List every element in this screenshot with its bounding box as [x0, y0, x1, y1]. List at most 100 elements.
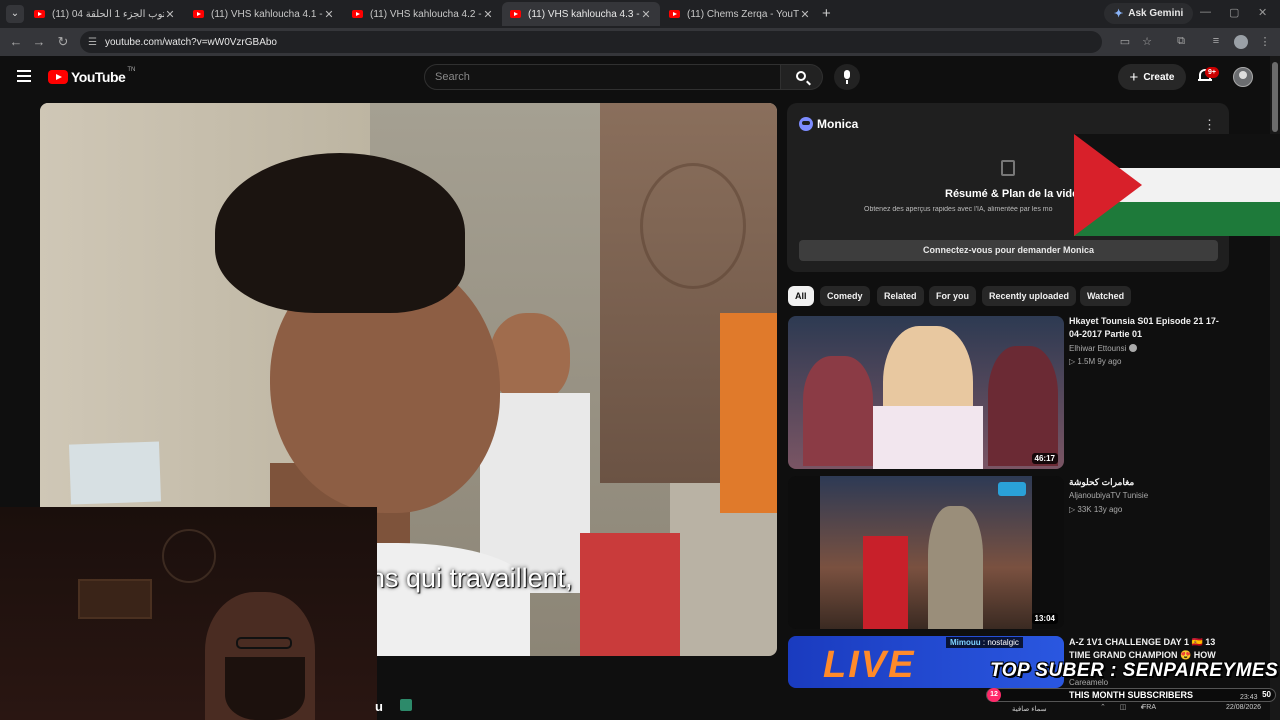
streamer-webcam-overlay [0, 507, 377, 720]
browser-tab[interactable]: (11) مكتوب الجزء 1 الحلقة 04 - ...e ✕ [26, 2, 184, 26]
monica-heading: Résumé & Plan de la vidéo [945, 188, 1085, 200]
browser-tab-active[interactable]: (11) VHS kahloucha 4.3 - YouTube ✕ [502, 2, 660, 26]
top-subscriber-banner: TOP SUBER : SENPAIREYMES [990, 660, 1279, 681]
tab-search-icon[interactable]: ⌄ [6, 5, 24, 23]
youtube-favicon-icon [34, 10, 45, 18]
monica-connect-button[interactable]: Connectez-vous pour demander Monica [799, 240, 1218, 261]
hamburger-menu-icon[interactable] [17, 70, 31, 82]
browser-menu-icon[interactable]: ⋮ [1258, 35, 1272, 48]
youtube-logo[interactable]: YouTube TN [48, 67, 136, 85]
create-label: Create [1143, 71, 1175, 83]
chip-related[interactable]: Related [877, 286, 924, 306]
youtube-favicon-icon [669, 10, 680, 18]
search-button[interactable] [781, 64, 823, 90]
tab-title: (11) VHS kahloucha 4.3 - YouTube [528, 8, 640, 20]
youtube-header: YouTube TN Search + Create [0, 56, 1270, 98]
plus-icon: + [1129, 68, 1139, 86]
minimize-icon[interactable]: — [1200, 6, 1211, 18]
chat-username: Mimouu [950, 638, 981, 647]
browser-profile-avatar[interactable] [1234, 35, 1248, 49]
close-tab-icon[interactable]: ✕ [164, 8, 176, 21]
address-bar[interactable]: ☰ youtube.com/watch?v=wW0VzrGBAbo [80, 31, 1102, 53]
new-tab-icon[interactable]: + [822, 5, 836, 23]
chip-comedy[interactable]: Comedy [820, 286, 870, 306]
voice-search-icon[interactable] [834, 64, 860, 90]
taskbar-strip [377, 690, 987, 720]
youtube-play-logo-icon [48, 70, 68, 84]
video-frame-person [580, 533, 680, 656]
reload-icon[interactable]: ↻ [55, 34, 71, 50]
back-icon[interactable]: ← [8, 34, 24, 50]
close-tab-icon[interactable]: ✕ [323, 8, 335, 21]
chip-all[interactable]: All [788, 286, 814, 306]
cast-icon[interactable]: ▭ [1118, 35, 1132, 48]
video-title[interactable]: Hkayet Tounsia S01 Episode 21 17-04-2017… [1069, 315, 1229, 341]
video-meta: ▷ 1.5M 9y ago [1069, 357, 1122, 366]
tray-time: 23:43 [1240, 694, 1258, 701]
maximize-icon[interactable]: ▢ [1229, 6, 1239, 19]
subs-label: THIS MONTH SUBSCRIBERS [1069, 690, 1194, 700]
video-frame-person [490, 313, 570, 403]
search-icon [796, 71, 806, 81]
chat-text: : nostalgic [982, 638, 1019, 647]
subs-current: 12 [987, 688, 1001, 702]
taskbar-app-icon[interactable] [400, 699, 412, 711]
site-info-icon[interactable]: ☰ [88, 37, 97, 48]
extensions-icon[interactable]: ⧉ [1174, 35, 1188, 48]
channel-name[interactable]: Elhiwar Ettounsi [1069, 344, 1138, 353]
webcam-wall-clock [162, 529, 216, 583]
close-tab-icon[interactable]: ✕ [799, 8, 811, 21]
gemini-star-icon: ✦ [1114, 8, 1124, 20]
bookmark-star-icon[interactable]: ☆ [1140, 35, 1154, 48]
browser-toolbar: ← → ↻ ☰ youtube.com/watch?v=wW0VzrGBAbo … [0, 28, 1280, 56]
subs-goal: 50 [1262, 690, 1271, 699]
monica-description: Obtenez des aperçus rapides avec l'IA, a… [864, 206, 1053, 213]
tab-title: (11) مكتوب الجزء 1 الحلقة 04 - ...e [52, 8, 164, 20]
youtube-favicon-icon [193, 10, 204, 18]
thumbnail-live-text: LIVE [823, 644, 916, 686]
chip-recently-uploaded[interactable]: Recently uploaded [982, 286, 1077, 306]
tab-title: (11) VHS kahloucha 4.1 - YouTube [211, 8, 323, 20]
video-meta: ▷ 33K 13y ago [1069, 505, 1123, 514]
video-title[interactable]: مغامرات كحلوشة [1069, 476, 1229, 489]
chip-watched[interactable]: Watched [1080, 286, 1132, 306]
ask-gemini-label: Ask Gemini [1128, 8, 1184, 19]
chip-for-you[interactable]: For you [929, 286, 976, 306]
youtube-favicon-icon [510, 10, 521, 18]
video-duration: 46:17 [1031, 453, 1058, 464]
create-button[interactable]: + Create [1118, 64, 1186, 90]
close-tab-icon[interactable]: ✕ [482, 8, 494, 21]
video-title[interactable]: A-Z 1V1 CHALLENGE DAY 1 🇪🇸 13 TIME GRAND… [1069, 636, 1229, 662]
video-thumbnail[interactable]: 13:04 [788, 476, 1064, 629]
webcam-streamer [225, 657, 305, 720]
country-code: TN [127, 67, 136, 73]
forward-icon[interactable]: → [31, 34, 47, 50]
video-frame-poster [68, 441, 162, 505]
browser-tab[interactable]: (11) VHS kahloucha 4.1 - YouTube ✕ [185, 2, 343, 26]
chat-message: Mimouu : nostalgic [946, 637, 1023, 648]
reading-list-icon[interactable]: ≡ [1209, 35, 1223, 47]
taskbar-app-icon[interactable]: u [375, 699, 383, 714]
close-window-icon[interactable]: ✕ [1258, 6, 1267, 19]
video-duration: 13:04 [1031, 613, 1058, 624]
tray-language[interactable]: FRA [1142, 704, 1156, 711]
close-tab-icon[interactable]: ✕ [640, 8, 652, 21]
browser-tab[interactable]: (11) Chems Zerqa - YouTube ✕ [661, 2, 819, 26]
video-frame-person [215, 153, 465, 313]
video-subtitle: ns qui travaillent, [370, 563, 573, 593]
search-input[interactable]: Search [424, 64, 781, 90]
monica-title: Monica [817, 117, 859, 131]
palestine-flag-overlay [1074, 134, 1280, 236]
webcam-streamer-glasses [236, 637, 292, 649]
scrollbar-thumb[interactable] [1272, 62, 1278, 132]
account-avatar[interactable] [1233, 67, 1253, 87]
tab-title: (11) VHS kahloucha 4.2 - YouTube [370, 8, 482, 20]
tab-title: (11) Chems Zerqa - YouTube [687, 8, 799, 20]
more-options-icon[interactable]: ⋮ [1203, 117, 1216, 133]
youtube-wordmark: YouTube [71, 69, 126, 85]
channel-name[interactable]: AljanoubiyaTV Tunisie [1069, 491, 1148, 500]
tray-date: 22/08/2026 [1226, 704, 1262, 711]
video-thumbnail[interactable]: 46:17 [788, 316, 1064, 469]
ask-gemini-button[interactable]: ✦ Ask Gemini [1104, 3, 1194, 24]
browser-tab[interactable]: (11) VHS kahloucha 4.2 - YouTube ✕ [344, 2, 502, 26]
